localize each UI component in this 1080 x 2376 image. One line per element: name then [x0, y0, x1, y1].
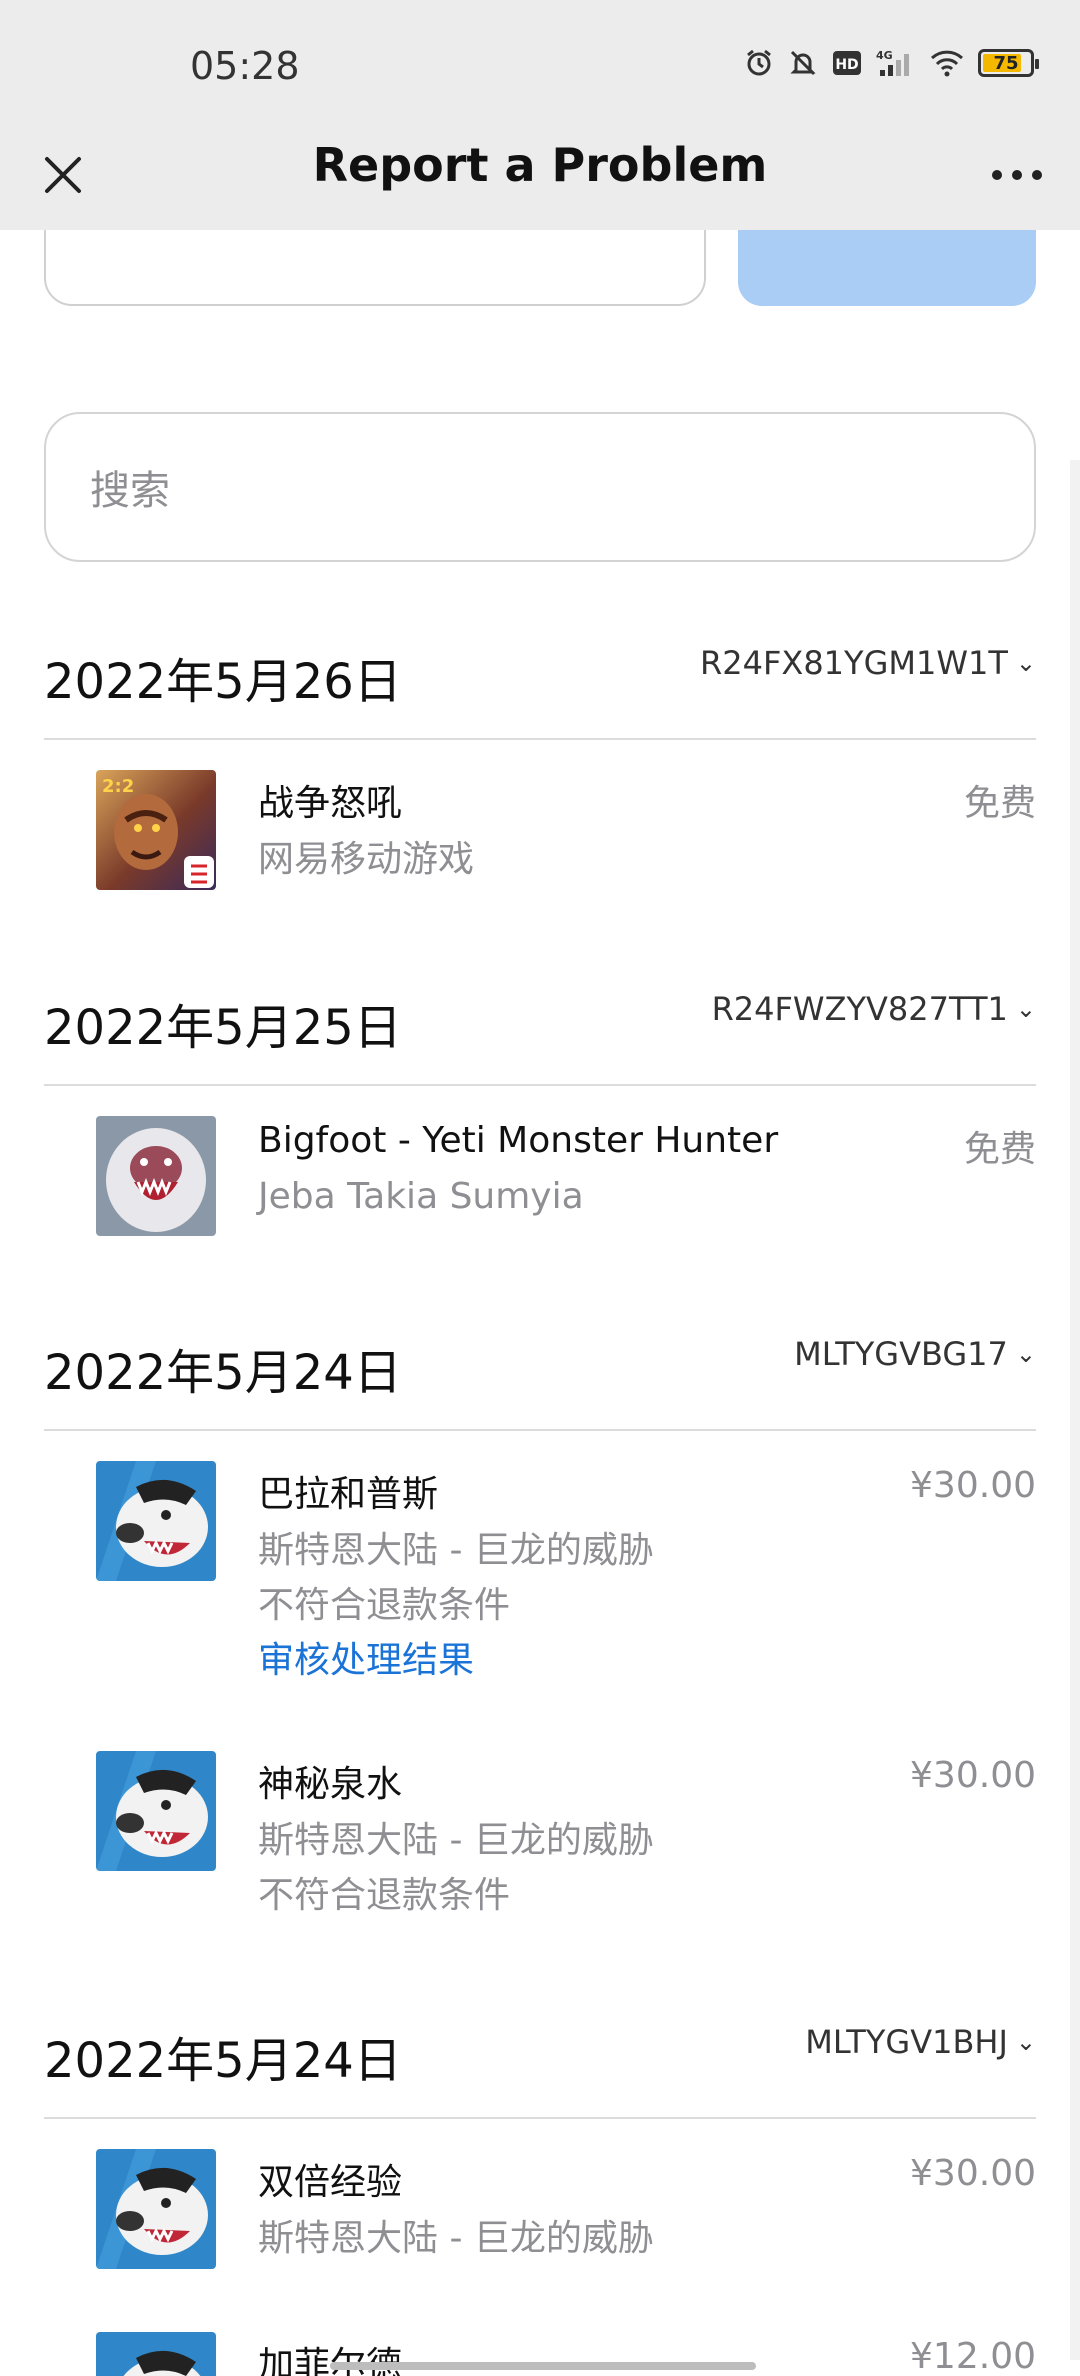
order-id: MLTYGV1BHJ: [805, 2023, 1008, 2061]
purchase-group: 2022年5月24日 MLTYGV1BHJ ⌄ 双倍经验 斯特恩大陆 - 巨龙的…: [44, 2019, 1036, 2376]
item-game: 斯特恩大陆 - 巨龙的威胁: [258, 1530, 654, 1571]
scroll-track: [1070, 460, 1080, 2360]
home-indicator[interactable]: [330, 2362, 756, 2370]
submit-button[interactable]: [738, 230, 1036, 306]
dot-icon: [1012, 170, 1022, 180]
polar-bear-app-icon: [96, 2332, 216, 2376]
purchase-date: 2022年5月24日: [44, 1345, 402, 1401]
chevron-down-icon: ⌄: [1015, 1340, 1036, 1368]
item-title: 神秘泉水: [258, 1764, 403, 1805]
search-input[interactable]: 搜索: [44, 412, 1036, 562]
item-title: 双倍经验: [258, 2162, 403, 2203]
main-content[interactable]: 搜索 2022年5月26日 R24FX81YGM1W1T ⌄ 2:2 战争怒吼 …: [0, 230, 1080, 2376]
status-bar: 05:28 HD 4G 75: [0, 0, 1080, 130]
group-header: 2022年5月26日 R24FX81YGM1W1T ⌄: [44, 640, 1036, 740]
purchase-date: 2022年5月26日: [44, 654, 402, 710]
polar-bear-app-icon: [96, 2149, 216, 2269]
item-price: ¥30.00: [910, 1465, 1036, 1506]
item-title: 加菲尔德: [258, 2345, 403, 2376]
chevron-down-icon: ⌄: [1015, 995, 1036, 1023]
dot-icon: [1032, 170, 1042, 180]
purchase-date: 2022年5月24日: [44, 2033, 402, 2089]
alarm-icon: [747, 49, 771, 76]
wifi-icon: [930, 50, 964, 77]
item-title: 战争怒吼: [258, 783, 403, 824]
mute-bell-icon: [790, 50, 816, 76]
review-result-link[interactable]: 审核处理结果: [258, 1631, 474, 1683]
order-id-button[interactable]: MLTYGVBG17 ⌄: [794, 1335, 1036, 1373]
order-id-button[interactable]: R24FWZYV827TT1 ⌄: [712, 990, 1036, 1028]
purchase-item[interactable]: 双倍经验 斯特恩大陆 - 巨龙的威胁 ¥30.00: [96, 2149, 1036, 2269]
group-header: 2022年5月24日 MLTYGVBG17 ⌄: [44, 1331, 1036, 1431]
group-header: 2022年5月25日 R24FWZYV827TT1 ⌄: [44, 986, 1036, 1086]
purchase-item[interactable]: 2:2 战争怒吼 网易移动游戏 免费: [96, 770, 1036, 890]
item-title: Bigfoot - Yeti Monster Hunter: [258, 1120, 779, 1161]
item-game: 斯特恩大陆 - 巨龙的威胁: [258, 1820, 654, 1861]
battery-icon: 75: [978, 49, 1039, 77]
war-roar-app-icon: 2:2: [96, 770, 216, 890]
order-id: R24FX81YGM1W1T: [700, 644, 1008, 682]
status-time: 05:28: [190, 44, 300, 88]
hd-icon: HD: [833, 51, 861, 75]
chevron-down-icon: ⌄: [1015, 649, 1036, 677]
polar-bear-app-icon: [96, 1751, 216, 1871]
nav-bar: Report a Problem: [0, 130, 1080, 230]
item-price: 免费: [963, 783, 1036, 824]
dot-icon: [992, 170, 1002, 180]
purchase-group: 2022年5月26日 R24FX81YGM1W1T ⌄ 2:2 战争怒吼 网易移…: [44, 640, 1036, 900]
svg-text:2:2: 2:2: [102, 776, 134, 797]
purchase-item[interactable]: 神秘泉水 斯特恩大陆 - 巨龙的威胁 不符合退款条件 ¥30.00: [96, 1751, 1036, 1921]
refund-status: 不符合退款条件: [258, 1585, 511, 1626]
signal-4g-icon: 4G: [876, 49, 909, 76]
purchase-item[interactable]: Bigfoot - Yeti Monster Hunter Jeba Takia…: [96, 1116, 1036, 1236]
purchase-group: 2022年5月24日 MLTYGVBG17 ⌄ 巴拉和普斯 斯特恩大陆 - 巨龙…: [44, 1331, 1036, 1916]
order-id: R24FWZYV827TT1: [711, 990, 1008, 1028]
polar-bear-app-icon: [96, 1461, 216, 1581]
purchase-group: 2022年5月25日 R24FWZYV827TT1 ⌄ Bigfoot - Ye…: [44, 986, 1036, 1246]
battery-level: 75: [993, 52, 1019, 74]
refund-status: 不符合退款条件: [258, 1875, 511, 1916]
order-id: MLTYGVBG17: [794, 1335, 1008, 1373]
svg-text:4G: 4G: [876, 49, 893, 62]
page-title: Report a Problem: [312, 138, 768, 192]
item-price: ¥30.00: [910, 2153, 1036, 2194]
item-developer: 网易移动游戏: [258, 839, 475, 880]
chevron-down-icon: ⌄: [1015, 2028, 1036, 2056]
item-title: 巴拉和普斯: [258, 1474, 439, 1515]
purchase-date: 2022年5月25日: [44, 1000, 402, 1056]
order-id-button[interactable]: R24FX81YGM1W1T ⌄: [700, 644, 1036, 682]
item-price: ¥12.00: [910, 2336, 1036, 2376]
group-header: 2022年5月24日 MLTYGV1BHJ ⌄: [44, 2019, 1036, 2119]
item-price: ¥30.00: [910, 1755, 1036, 1796]
purchase-item[interactable]: 巴拉和普斯 斯特恩大陆 - 巨龙的威胁 不符合退款条件 审核处理结果 ¥30.0…: [96, 1461, 1036, 1681]
search-placeholder: 搜索: [90, 468, 170, 514]
svg-text:HD: HD: [835, 57, 858, 73]
status-icons: HD 4G 75: [744, 48, 1039, 78]
item-game: 斯特恩大陆 - 巨龙的威胁: [258, 2218, 654, 2259]
more-options-button[interactable]: [982, 140, 1052, 210]
report-type-field[interactable]: [44, 230, 706, 306]
order-id-button[interactable]: MLTYGV1BHJ ⌄: [805, 2023, 1036, 2061]
item-developer: Jeba Takia Sumyia: [258, 1176, 584, 1217]
item-price: 免费: [963, 1129, 1036, 1170]
yeti-app-icon: [96, 1116, 216, 1236]
